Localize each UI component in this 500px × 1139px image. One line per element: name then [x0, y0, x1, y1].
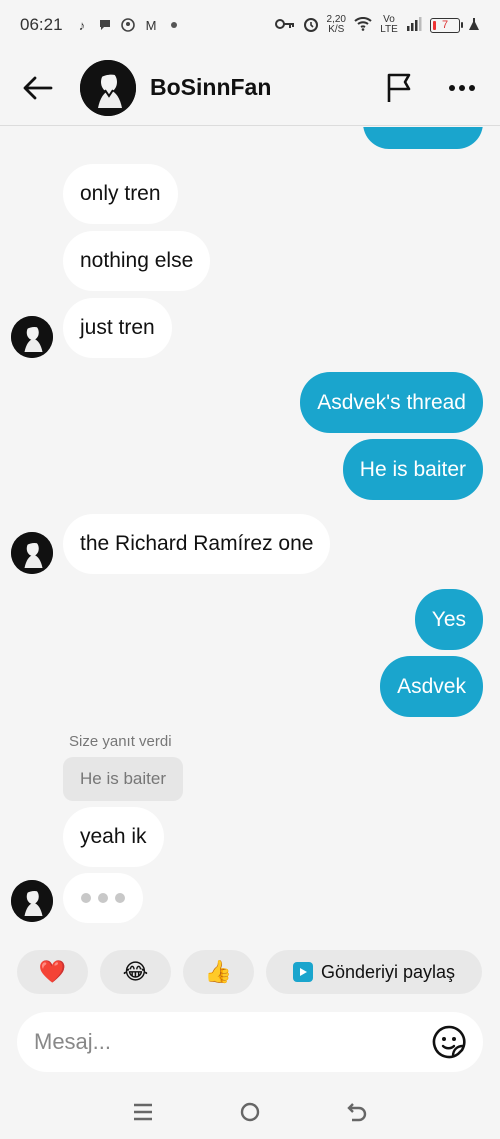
outgoing-message[interactable]: Yes	[414, 589, 483, 650]
report-button[interactable]	[380, 68, 420, 108]
system-back-button[interactable]	[337, 1092, 377, 1132]
chat-header: BoSinnFan	[0, 50, 500, 126]
laughing-face-icon: 😂	[122, 959, 149, 984]
recent-apps-button[interactable]	[123, 1092, 163, 1132]
home-circle-icon	[240, 1102, 260, 1122]
contact-avatar-small[interactable]	[11, 532, 53, 574]
heart-icon: ❤️	[38, 959, 67, 984]
key-icon	[274, 18, 295, 33]
heart-reaction-button[interactable]: ❤️	[17, 950, 88, 994]
wifi-icon	[354, 16, 372, 34]
contact-avatar-small[interactable]	[11, 316, 53, 358]
typing-dot	[81, 893, 91, 903]
home-button[interactable]	[230, 1092, 270, 1132]
incoming-message[interactable]: the Richard Ramírez one	[63, 514, 331, 574]
network-speed: 2,20 K/S	[327, 15, 346, 35]
mcdonalds-icon: M	[145, 17, 157, 33]
message-composer	[17, 1012, 483, 1072]
status-time: 06:21	[20, 15, 63, 34]
back-curve-icon	[346, 1103, 366, 1122]
chat-notification-icon	[98, 18, 113, 33]
incoming-message[interactable]: just tren	[63, 298, 172, 358]
quoted-message[interactable]: He is baiter	[63, 757, 183, 801]
notification-icons: ♪ M	[75, 18, 177, 33]
quick-reactions: ❤️ 😂 👍 Gönderiyi paylaş	[17, 950, 482, 994]
header-actions	[380, 68, 482, 108]
typing-dot	[115, 893, 125, 903]
outgoing-message[interactable]: Asdvek's thread	[300, 372, 483, 433]
outgoing-message[interactable]: Asdvek	[380, 656, 483, 717]
more-dots-icon	[449, 84, 475, 91]
menu-icon	[134, 1103, 153, 1121]
alarm-icon	[303, 16, 319, 35]
battery-level: 7	[441, 19, 449, 31]
arrow-left-icon	[23, 76, 53, 99]
portrait-icon	[11, 532, 53, 574]
reply-indicator: Size yanıt verdi	[69, 733, 172, 750]
volte-indicator: Vo LTE	[380, 14, 398, 35]
outgoing-message[interactable]: He is baiter	[342, 439, 483, 500]
thumbs-up-reaction-button[interactable]: 👍	[183, 950, 254, 994]
system-status-icons: 2,20 K/S Vo LTE 7	[274, 14, 480, 35]
laugh-reaction-button[interactable]: 😂	[100, 950, 171, 994]
contact-username[interactable]: BoSinnFan	[150, 74, 271, 101]
more-notifications-dot	[170, 22, 177, 28]
share-post-button[interactable]: Gönderiyi paylaş	[266, 950, 482, 994]
chat-thread[interactable]: only tren nothing else just tren Asdvek'…	[0, 127, 500, 937]
speed-unit: K/S	[328, 24, 345, 35]
sticker-button[interactable]	[429, 1022, 469, 1062]
sticker-face-icon	[432, 1025, 466, 1059]
typing-indicator	[63, 873, 143, 923]
more-options-button[interactable]	[442, 68, 482, 108]
portrait-icon	[11, 316, 53, 358]
incoming-message[interactable]: yeah ik	[63, 807, 164, 867]
thumbs-up-icon: 👍	[204, 959, 233, 984]
app-notification-icon	[121, 18, 136, 33]
flag-icon	[387, 73, 411, 102]
typing-dot	[98, 893, 108, 903]
portrait-icon	[80, 59, 136, 116]
status-bar: 06:21 ♪ M 2,20 K/S Vo LTE 7	[0, 0, 500, 50]
flask-icon	[468, 17, 480, 34]
share-post-label: Gönderiyi paylaş	[320, 961, 456, 982]
back-button[interactable]	[18, 68, 58, 108]
outgoing-message-partial[interactable]	[363, 127, 483, 149]
incoming-message[interactable]: nothing else	[63, 231, 211, 291]
portrait-icon	[11, 880, 53, 922]
incoming-message[interactable]: only tren	[63, 164, 178, 224]
system-navigation-bar	[0, 1085, 500, 1139]
contact-avatar-small[interactable]	[11, 880, 53, 922]
contact-avatar[interactable]	[80, 59, 136, 116]
battery-icon: 7	[430, 17, 463, 33]
message-input[interactable]	[34, 1029, 429, 1055]
signal-icon	[406, 16, 422, 34]
tiktok-icon: ♪	[78, 17, 86, 33]
play-icon	[292, 962, 313, 982]
